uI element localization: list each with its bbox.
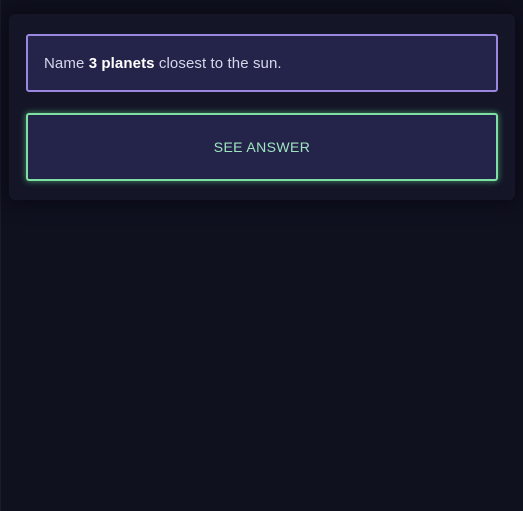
question-card: Name 3 planets closest to the sun. [26,34,498,92]
question-emphasis: 3 planets [88,54,155,72]
question-suffix: closest to the sun. [154,54,282,72]
question-text: Name 3 planets closest to the sun. [44,55,282,72]
page: Name 3 planets closest to the sun. SEE A… [0,0,523,511]
see-answer-button[interactable]: SEE ANSWER [26,113,498,181]
question-prefix: Name [44,54,89,72]
